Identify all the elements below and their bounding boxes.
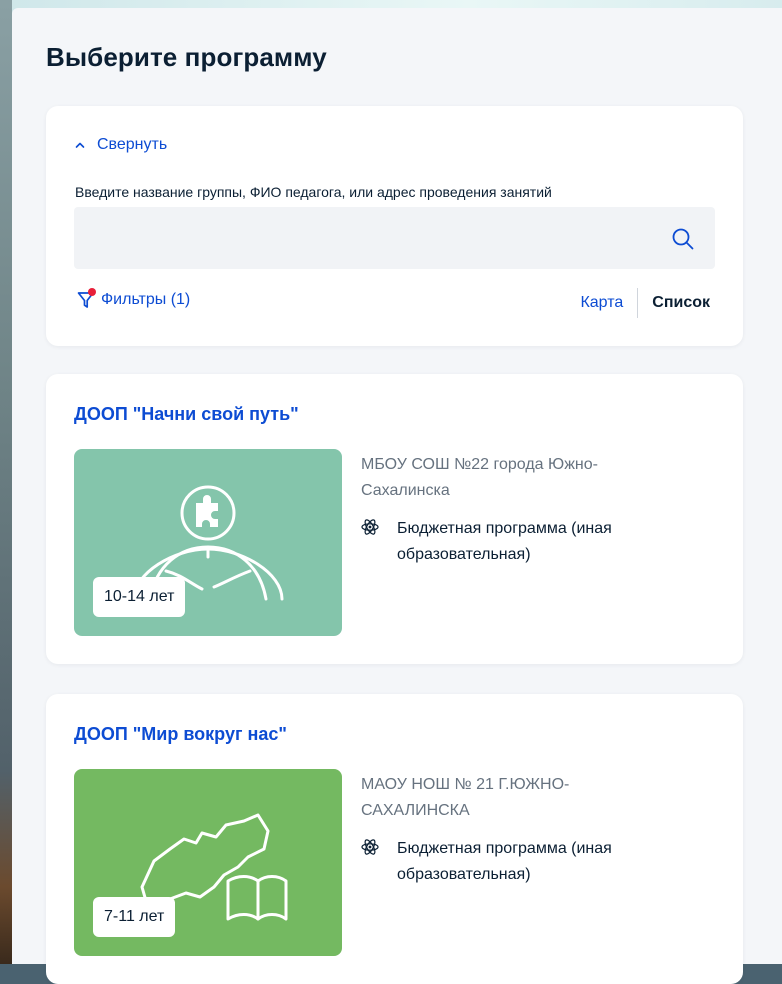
filter-active-dot bbox=[88, 288, 96, 296]
backdrop-left bbox=[0, 0, 12, 964]
search-input[interactable] bbox=[74, 207, 664, 269]
program-title[interactable]: ДООП "Мир вокруг нас" bbox=[74, 724, 287, 745]
view-list-button[interactable]: Список bbox=[638, 294, 710, 312]
funding-label: Бюджетная программа (иная образовательна… bbox=[397, 840, 612, 883]
main-panel: Выберите программу Свернуть Введите назв… bbox=[12, 8, 782, 984]
filters-label: Фильтры (1) bbox=[101, 291, 191, 308]
funding-label: Бюджетная программа (иная образовательна… bbox=[397, 520, 612, 563]
atom-icon bbox=[361, 839, 379, 855]
filters-button[interactable]: Фильтры (1) bbox=[77, 288, 191, 310]
search-label: Введите название группы, ФИО педагога, и… bbox=[75, 184, 552, 200]
organization-name: МБОУ СОШ №22 города Южно-Сахалинска bbox=[361, 456, 598, 499]
program-image: 10-14 лет bbox=[74, 449, 342, 636]
atom-icon bbox=[361, 519, 379, 535]
search-icon[interactable] bbox=[671, 227, 695, 251]
age-badge: 10-14 лет bbox=[93, 577, 186, 617]
search-card: Свернуть Введите название группы, ФИО пе… bbox=[46, 106, 743, 346]
filter-icon bbox=[77, 288, 96, 310]
collapse-label: Свернуть bbox=[97, 136, 168, 153]
collapse-toggle[interactable]: Свернуть bbox=[75, 136, 167, 154]
age-badge: 7-11 лет bbox=[93, 897, 176, 937]
chevron-up-icon bbox=[75, 142, 85, 148]
search-field bbox=[74, 207, 715, 269]
program-card[interactable]: ДООП "Мир вокруг нас" 7-11 лет МАОУ НОШ … bbox=[46, 694, 743, 984]
organization-name: МАОУ НОШ № 21 Г.ЮЖНО-САХАЛИНСКА bbox=[361, 776, 570, 819]
page-title: Выберите программу bbox=[46, 42, 327, 72]
program-title[interactable]: ДООП "Начни свой путь" bbox=[74, 404, 299, 425]
program-card[interactable]: ДООП "Начни свой путь" 10-14 лет МБОУ СО… bbox=[46, 374, 743, 664]
funding-type: Бюджетная программа (иная образовательна… bbox=[361, 516, 681, 568]
program-image: 7-11 лет bbox=[74, 769, 342, 956]
view-switch: Карта Список bbox=[580, 288, 710, 318]
view-map-button[interactable]: Карта bbox=[580, 294, 637, 312]
funding-type: Бюджетная программа (иная образовательна… bbox=[361, 836, 681, 888]
